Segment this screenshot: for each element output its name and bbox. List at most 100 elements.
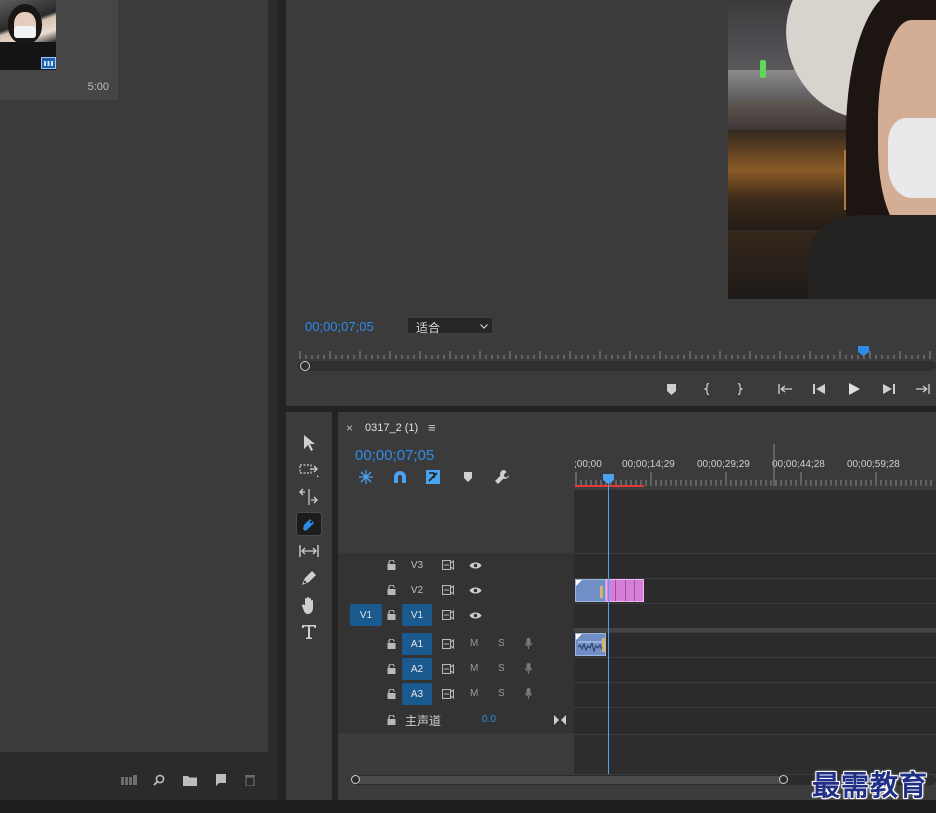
video-clip-v2-pink[interactable] <box>606 579 644 602</box>
track-target-v3[interactable]: V3 <box>402 554 432 576</box>
lock-icon[interactable] <box>386 663 396 675</box>
monitor-zoom-bar[interactable] <box>298 361 936 371</box>
solo-button[interactable]: S <box>498 663 505 674</box>
microphone-icon[interactable] <box>523 662 533 676</box>
go-to-in-icon[interactable] <box>776 382 794 396</box>
mute-button[interactable]: M <box>470 638 478 649</box>
lock-icon[interactable] <box>386 638 396 650</box>
solo-button[interactable]: S <box>498 638 505 649</box>
selection-tool-icon[interactable] <box>297 432 321 454</box>
lock-icon[interactable] <box>386 714 396 726</box>
video-clip-badge-icon <box>41 57 56 69</box>
microphone-icon[interactable] <box>523 687 533 701</box>
step-forward-icon[interactable] <box>881 382 897 396</box>
audio-clip-a1[interactable] <box>575 633 606 656</box>
track-lane-a3[interactable] <box>574 682 936 707</box>
toggle-sync-lock-icon[interactable] <box>442 609 454 621</box>
razor-tool-icon[interactable] <box>296 512 322 536</box>
track-target-v2[interactable]: V2 <box>402 579 432 601</box>
scrollbar-left-handle[interactable] <box>351 775 360 784</box>
work-area-bar[interactable] <box>575 485 644 487</box>
monitor-time-ruler[interactable] <box>298 348 936 360</box>
toggle-sync-lock-icon[interactable] <box>442 663 454 675</box>
timeline-tab-name[interactable]: 0317_2 (1) <box>365 422 418 434</box>
collapse-tracks-icon[interactable] <box>553 714 567 726</box>
scrollbar-right-handle[interactable] <box>779 775 788 784</box>
track-lane-a2[interactable] <box>574 657 936 682</box>
mute-button[interactable]: M <box>470 688 478 699</box>
master-track-label: 主声道 <box>405 714 442 728</box>
monitor-zoom-handle[interactable] <box>300 361 310 371</box>
scrollbar-thumb[interactable] <box>356 776 786 784</box>
zoom-select-value: 适合 <box>416 321 441 335</box>
watermark: 最需教育 <box>812 769 929 802</box>
snap-nest-icon[interactable] <box>358 469 374 485</box>
track-lane-master[interactable] <box>574 707 936 735</box>
timeline-tab-close[interactable]: × <box>346 421 353 435</box>
track-target-a3[interactable]: A3 <box>402 683 432 705</box>
timeline-settings-wrench-icon[interactable] <box>494 469 510 485</box>
track-header-master: 主声道 0.0 <box>338 707 574 733</box>
mark-out-icon[interactable] <box>732 382 746 396</box>
project-thumbnail-card[interactable]: 5:00 <box>0 0 118 100</box>
go-to-out-icon[interactable] <box>914 382 932 396</box>
program-monitor-frame[interactable] <box>728 0 936 299</box>
track-lane-a1[interactable] <box>574 632 936 657</box>
lock-icon[interactable] <box>386 688 396 700</box>
thumbnail-duration: 5:00 <box>87 81 109 93</box>
track-target-a1[interactable]: A1 <box>402 633 432 655</box>
icon-view-icon[interactable] <box>120 772 138 788</box>
solo-button[interactable]: S <box>498 688 505 699</box>
add-marker-icon[interactable] <box>462 470 474 484</box>
track-lane-v1[interactable] <box>574 603 936 628</box>
status-bar <box>0 800 936 813</box>
monitor-timecode[interactable]: 00;00;07;05 <box>305 319 374 334</box>
timeline-tab-menu-icon[interactable]: ≡ <box>428 420 436 435</box>
eye-icon[interactable] <box>468 609 482 621</box>
type-tool-icon[interactable] <box>297 621 321 643</box>
mark-in-icon[interactable] <box>700 382 714 396</box>
play-icon[interactable] <box>846 382 862 396</box>
step-back-icon[interactable] <box>811 382 827 396</box>
video-clip-v2-blue[interactable] <box>575 579 606 602</box>
slip-tool-icon[interactable] <box>297 540 321 562</box>
track-select-tool-icon[interactable] <box>297 459 321 481</box>
track-lane-v3[interactable] <box>574 553 936 578</box>
zoom-select[interactable]: 适合 <box>407 317 493 335</box>
track-header-a3: A3 M S <box>338 682 574 706</box>
mute-button[interactable]: M <box>470 663 478 674</box>
toggle-sync-lock-icon[interactable] <box>442 584 454 596</box>
timeline-timecode[interactable]: 00;00;07;05 <box>355 447 434 464</box>
track-header-v1: V1 V1 <box>338 603 574 627</box>
lock-icon[interactable] <box>386 559 396 571</box>
pen-tool-icon[interactable] <box>297 567 321 589</box>
timeline-playhead-line[interactable] <box>608 484 609 774</box>
lock-icon[interactable] <box>386 584 396 596</box>
hand-tool-icon[interactable] <box>297 594 321 616</box>
folder-icon[interactable] <box>181 772 199 788</box>
track-target-a2[interactable]: A2 <box>402 658 432 680</box>
toggle-sync-lock-icon[interactable] <box>442 559 454 571</box>
track-header-v2: V2 <box>338 578 574 602</box>
new-item-icon[interactable] <box>211 772 229 788</box>
track-header-v3: V3 <box>338 553 574 577</box>
marker-icon[interactable] <box>664 382 678 396</box>
track-header-a2: A2 M S <box>338 657 574 681</box>
source-patch-v1[interactable]: V1 <box>350 604 382 626</box>
project-panel-content <box>0 0 268 752</box>
track-target-v1[interactable]: V1 <box>402 604 432 626</box>
lock-icon[interactable] <box>386 609 396 621</box>
microphone-icon[interactable] <box>523 637 533 651</box>
toggle-sync-lock-icon[interactable] <box>442 638 454 650</box>
toggle-sync-lock-icon[interactable] <box>442 688 454 700</box>
timeline-ruler[interactable]: ;00;00 00;00;14;29 00;00;29;29 00;00;44;… <box>574 444 936 488</box>
trash-icon[interactable] <box>241 772 259 788</box>
ripple-edit-tool-icon[interactable] <box>297 486 321 508</box>
snap-magnet-icon[interactable] <box>392 469 408 485</box>
eye-icon[interactable] <box>468 559 482 571</box>
search-icon[interactable] <box>151 772 167 788</box>
eye-icon[interactable] <box>468 584 482 596</box>
linked-selection-icon[interactable] <box>425 469 441 485</box>
master-volume-value[interactable]: 0.0 <box>482 714 496 725</box>
chevron-down-icon <box>480 322 488 330</box>
